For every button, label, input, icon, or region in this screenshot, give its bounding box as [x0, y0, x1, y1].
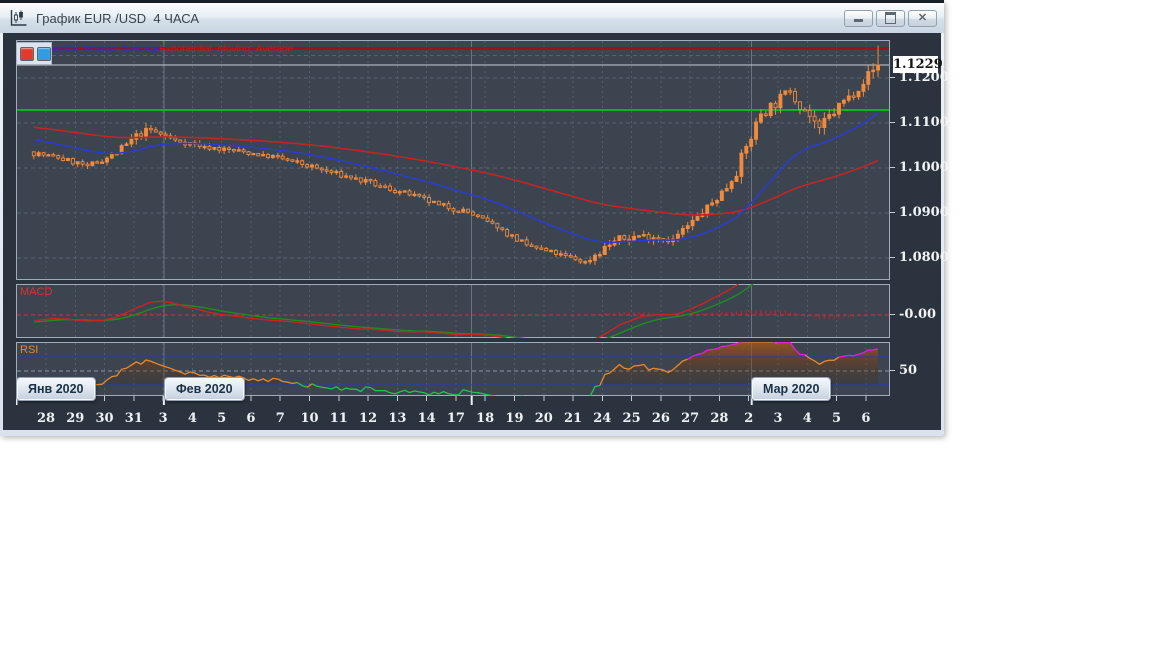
- minimize-icon: [854, 19, 863, 22]
- time-axis-label: 11: [330, 411, 348, 426]
- time-axis-label: 19: [505, 411, 523, 426]
- main-price-chart[interactable]: [16, 40, 890, 280]
- close-icon: ✕: [917, 11, 928, 24]
- minimize-button[interactable]: [844, 9, 873, 27]
- month-badge-mar: Мар 2020: [752, 378, 831, 400]
- time-axis-label: 25: [623, 411, 641, 426]
- indicator-buttons-box: [16, 42, 52, 65]
- candlestick-chart-icon: [8, 8, 28, 28]
- time-axis-label: 28: [710, 411, 728, 426]
- time-axis-label: 20: [535, 411, 553, 426]
- chart-area: 28 29 30 31 3 4 5 6 7 10 11 12 13 14 17 18 19 20 21 24 25 26 2…: [3, 33, 949, 430]
- time-axis-label: 5: [832, 411, 841, 426]
- time-axis-label: 14: [418, 411, 436, 426]
- time-axis-label: 4: [188, 411, 197, 426]
- time-axis-label: 10: [300, 411, 318, 426]
- time-axis-label: 6: [861, 411, 870, 426]
- chart-window: График EUR /USD 4 ЧАСА ✕ 28 29 30 31 3 4 5 6 7 10…: [0, 0, 949, 436]
- time-axis-label: 12: [359, 411, 377, 426]
- time-axis-label: 30: [96, 411, 114, 426]
- macd-panel[interactable]: [16, 284, 890, 338]
- maximize-button[interactable]: [876, 9, 905, 27]
- time-axis-label: 3: [773, 411, 782, 426]
- close-button[interactable]: ✕: [908, 9, 937, 27]
- time-axis-label: 31: [125, 411, 143, 426]
- red-indicator-button[interactable]: [20, 46, 34, 61]
- price-axis: 1.1200 1.1100 1.1000 1.0900 1.0800 -0.00 50 1.1…: [890, 33, 949, 430]
- maximize-icon: [885, 12, 896, 24]
- time-axis-label: 27: [681, 411, 699, 426]
- time-axis-label: 28: [37, 411, 55, 426]
- price-axis-label: 1.1100: [890, 115, 949, 130]
- rsi-label: RSI: [20, 344, 39, 356]
- window-title: График EUR /USD 4 ЧАСА: [36, 10, 200, 26]
- macd-label: MACD: [20, 286, 53, 298]
- time-axis-label: 6: [246, 411, 255, 426]
- month-badge-feb: Фев 2020: [165, 378, 244, 400]
- price-axis-label: 1.0900: [890, 205, 949, 220]
- titlebar[interactable]: График EUR /USD 4 ЧАСА ✕: [0, 3, 944, 33]
- time-axis-label: 4: [803, 411, 812, 426]
- time-axis-label: 21: [564, 411, 582, 426]
- time-axis-label: 18: [476, 411, 494, 426]
- time-axis-label: 24: [593, 411, 611, 426]
- time-axis-label: 2: [744, 411, 753, 426]
- window-controls: ✕: [844, 9, 937, 27]
- price-axis-label: 1.1000: [890, 160, 949, 175]
- window-frame-bottom: [0, 430, 944, 436]
- panel-frame: [16, 40, 890, 280]
- time-axis-label: 17: [447, 411, 465, 426]
- time-axis-label: 26: [652, 411, 670, 426]
- rsi-axis-label: 50: [890, 363, 917, 378]
- time-axis-label: 13: [388, 411, 406, 426]
- month-badge-jan: Янв 2020: [17, 378, 95, 400]
- macd-axis-label: -0.00: [890, 307, 936, 322]
- time-axis-label: 7: [276, 411, 285, 426]
- price-axis-label: 1.0800: [890, 250, 949, 265]
- time-axis-label: 3: [159, 411, 168, 426]
- current-price-box: 1.1229: [893, 56, 943, 73]
- ema-slow-label: Exponential_Moving_Average: [159, 43, 294, 55]
- time-axis: 28 29 30 31 3 4 5 6 7 10 11 12 13 14 17 18 19 20 21 24 25 26 2…: [16, 396, 870, 426]
- blue-indicator-button[interactable]: [37, 46, 51, 61]
- time-axis-label: 29: [66, 411, 84, 426]
- time-axis-label: 5: [217, 411, 226, 426]
